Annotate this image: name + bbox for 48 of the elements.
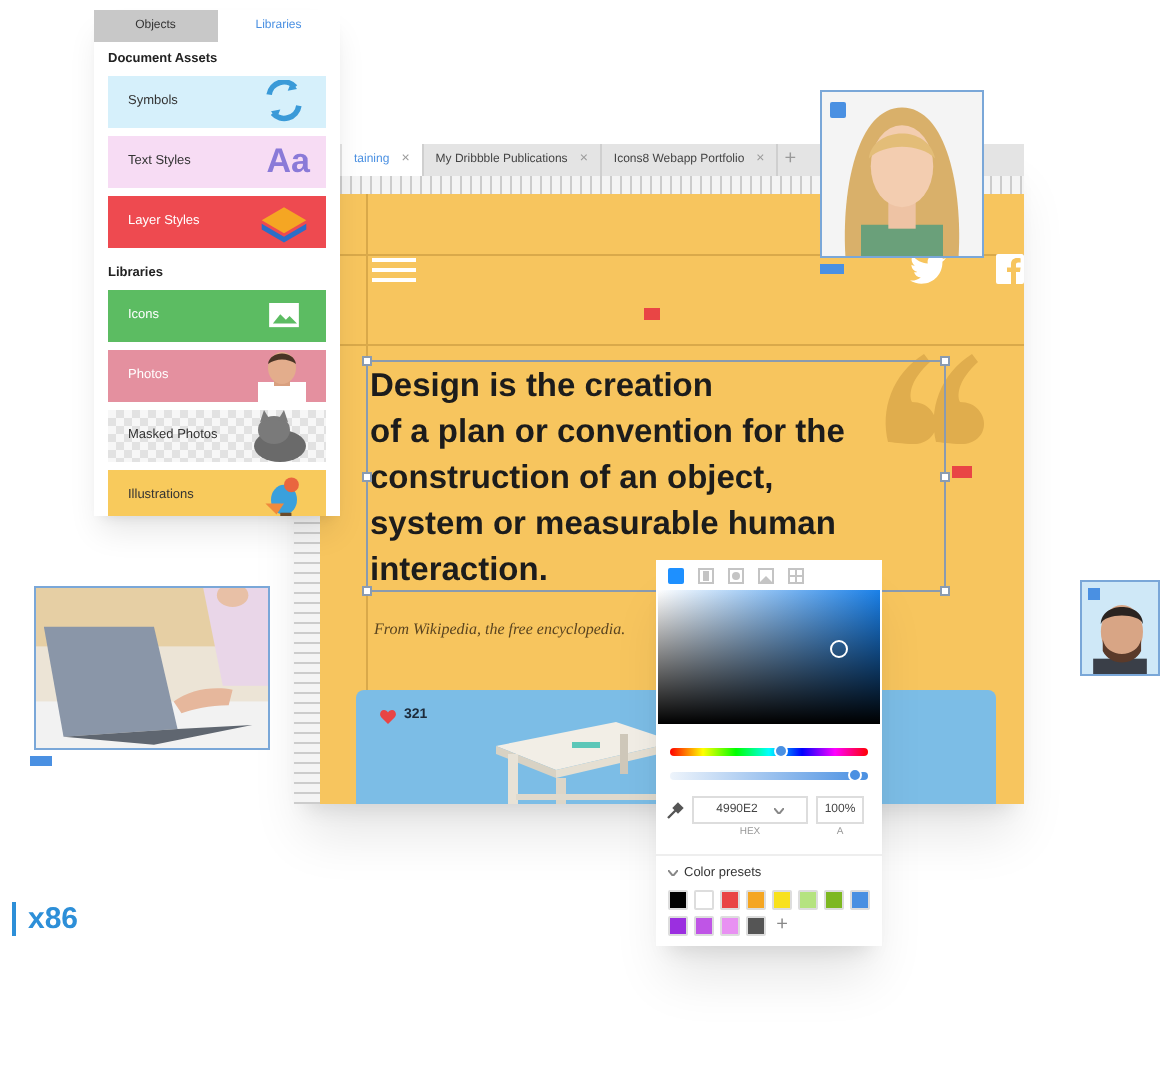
eyedropper-icon bbox=[666, 801, 684, 819]
headline-line: system or measurable human bbox=[370, 504, 836, 546]
resize-handle[interactable] bbox=[362, 586, 372, 596]
headline-line: of a plan or convention for the bbox=[370, 412, 845, 454]
bird-icon bbox=[910, 254, 946, 284]
color-swatch[interactable] bbox=[694, 916, 714, 937]
resize-handle[interactable] bbox=[940, 356, 950, 366]
radial-fill-icon[interactable] bbox=[728, 567, 744, 583]
pattern-fill-icon[interactable] bbox=[788, 567, 804, 583]
color-swatch[interactable] bbox=[720, 890, 740, 911]
measure-marker bbox=[952, 466, 972, 478]
color-swatch[interactable] bbox=[798, 890, 818, 911]
color-swatch[interactable] bbox=[746, 890, 766, 911]
measure-marker bbox=[644, 308, 660, 320]
headline-line: construction of an object, bbox=[370, 458, 774, 500]
resize-handle[interactable] bbox=[940, 586, 950, 596]
color-swatch[interactable] bbox=[824, 890, 844, 911]
resize-handle[interactable] bbox=[940, 472, 950, 482]
slider-thumb[interactable] bbox=[774, 744, 789, 758]
alpha-slider[interactable] bbox=[670, 772, 868, 780]
size-badge bbox=[820, 264, 844, 274]
saturation-field[interactable] bbox=[658, 590, 880, 724]
color-swatch[interactable] bbox=[668, 890, 688, 911]
add-swatch-button[interactable]: + bbox=[772, 916, 792, 937]
resize-handle[interactable] bbox=[362, 472, 372, 482]
version-label: x86 bbox=[12, 902, 79, 936]
solid-fill-icon[interactable] bbox=[668, 567, 684, 583]
menu-icon bbox=[372, 258, 416, 282]
headline-line: interaction. bbox=[370, 550, 548, 592]
picker-handle[interactable] bbox=[830, 640, 848, 658]
color-swatch[interactable] bbox=[746, 916, 766, 937]
linear-fill-icon[interactable] bbox=[698, 567, 714, 583]
quote-icon bbox=[880, 350, 984, 446]
color-swatch[interactable] bbox=[850, 890, 870, 911]
resize-handle[interactable] bbox=[362, 356, 372, 366]
image-fill-icon[interactable] bbox=[758, 567, 774, 583]
heart-icon bbox=[380, 710, 396, 724]
letters-icon: Aa bbox=[266, 144, 310, 179]
caption-text: From Wikipedia, the free encyclopedia. bbox=[374, 618, 626, 642]
hue-slider[interactable] bbox=[670, 748, 868, 756]
color-swatch[interactable] bbox=[720, 916, 740, 937]
headline-line: Design is the creation bbox=[370, 366, 713, 408]
caret-icon bbox=[773, 807, 784, 813]
color-swatch[interactable] bbox=[772, 890, 792, 911]
slider-thumb[interactable] bbox=[848, 768, 863, 782]
size-badge bbox=[30, 756, 52, 766]
color-swatch[interactable] bbox=[668, 916, 688, 937]
color-swatch[interactable] bbox=[694, 890, 714, 911]
